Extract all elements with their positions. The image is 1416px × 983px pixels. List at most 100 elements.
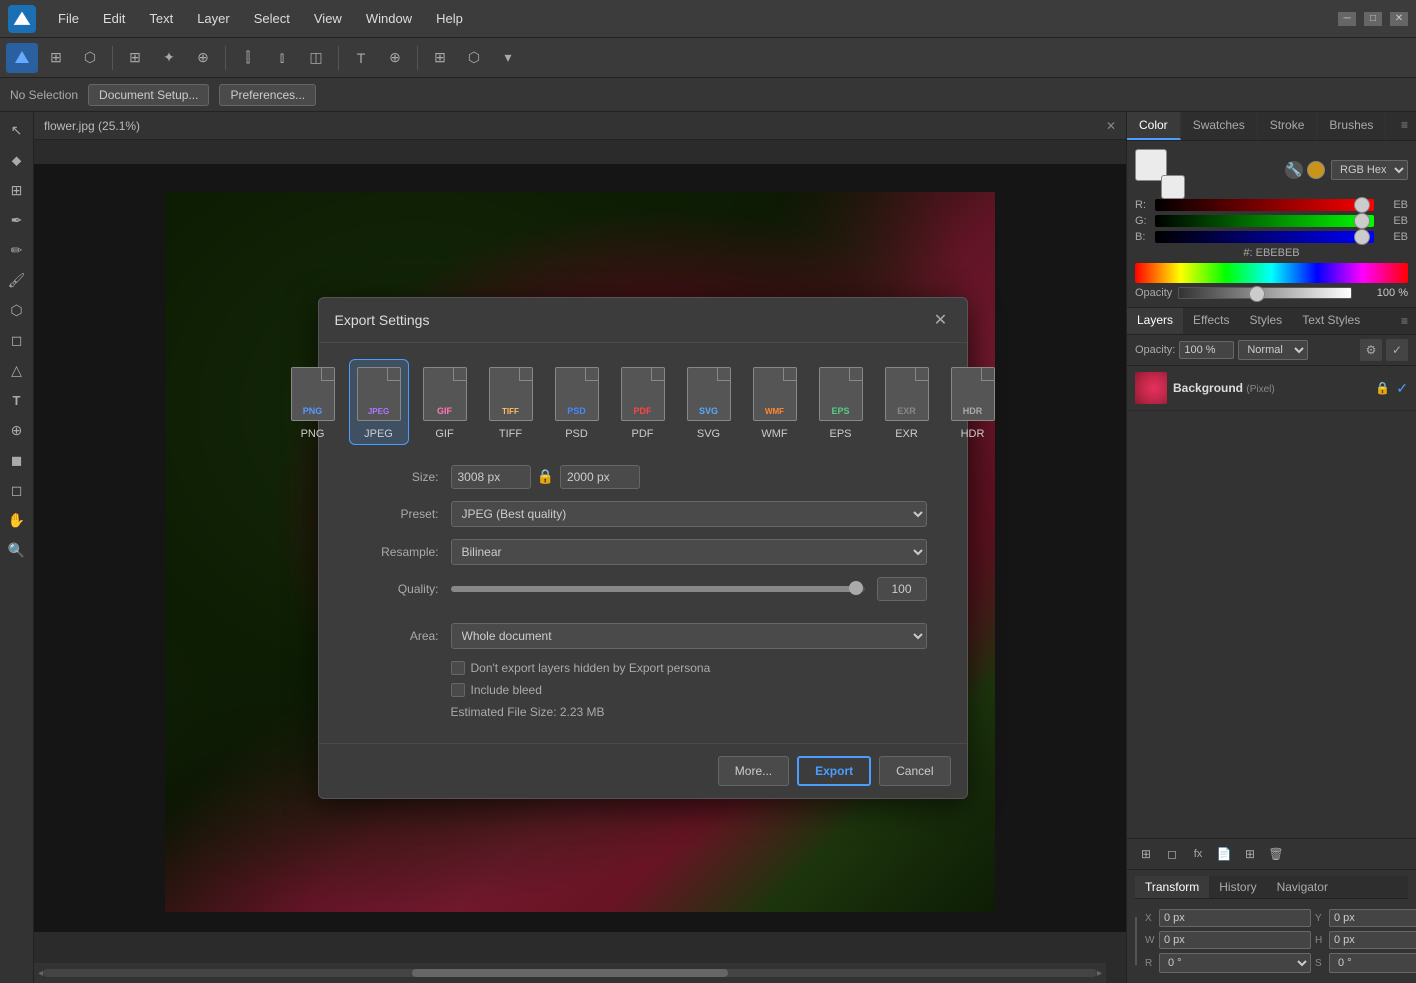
scrollbar-thumb[interactable] [412, 969, 728, 977]
opacity-handle[interactable] [1249, 286, 1265, 302]
horizontal-scrollbar[interactable]: ◂ ▸ [34, 963, 1106, 983]
align-btn[interactable]: ⫿ [232, 43, 264, 73]
pan-tool[interactable]: ✋ [3, 506, 31, 534]
transform-tool[interactable]: ⊕ [3, 416, 31, 444]
tab-text-styles[interactable]: Text Styles [1292, 308, 1370, 334]
color-picker-btn[interactable]: 🔧 [1285, 161, 1303, 179]
format-hdr[interactable]: HDR HDR [943, 359, 1003, 445]
format-tiff[interactable]: TIFF TIFF [481, 359, 541, 445]
menu-select[interactable]: Select [244, 7, 300, 30]
layers-stack-btn[interactable]: ⊞ [1135, 843, 1157, 865]
tab-styles[interactable]: Styles [1240, 308, 1293, 334]
rotate-select[interactable]: 0 ° [1159, 953, 1311, 973]
blue-handle[interactable] [1354, 229, 1370, 245]
layer-visibility-btn[interactable]: ✓ [1386, 339, 1408, 361]
quality-thumb[interactable] [849, 581, 863, 595]
guides-btn[interactable]: ⊕ [187, 43, 219, 73]
fx-btn[interactable]: fx [1187, 843, 1209, 865]
format-eps[interactable]: EPS EPS [811, 359, 871, 445]
view-tool[interactable]: ◻ [3, 476, 31, 504]
tab-color[interactable]: Color [1127, 112, 1181, 140]
format-gif[interactable]: GIF GIF [415, 359, 475, 445]
layers-panel-collapse[interactable]: ≡ [1393, 308, 1416, 334]
menu-edit[interactable]: Edit [93, 7, 135, 30]
lock-icon[interactable]: 🔒 [537, 468, 554, 485]
color-panel-collapse[interactable]: ≡ [1393, 112, 1416, 140]
tab-transform[interactable]: Transform [1135, 876, 1209, 898]
layer-lock-icon[interactable]: 🔒 [1375, 381, 1390, 395]
brush-tool[interactable]: 🖌 [3, 266, 31, 294]
w-input[interactable] [1159, 931, 1311, 949]
green-slider[interactable] [1155, 215, 1374, 227]
adjustment-btn[interactable]: ◻ [1161, 843, 1183, 865]
blue-slider[interactable] [1155, 231, 1374, 243]
format-svg[interactable]: SVG SVG [679, 359, 739, 445]
format-wmf[interactable]: WMF WMF [745, 359, 805, 445]
tab-close-button[interactable]: ✕ [1106, 119, 1116, 133]
width-input[interactable] [451, 465, 531, 489]
format-jpeg[interactable]: JPEG JPEG [349, 359, 409, 445]
format-exr[interactable]: EXR EXR [877, 359, 937, 445]
layer-visible-icon[interactable]: ✓ [1396, 380, 1408, 397]
tab-history[interactable]: History [1209, 876, 1266, 898]
h-input[interactable] [1329, 931, 1416, 949]
format-png[interactable]: PNG PNG [283, 359, 343, 445]
zoom-tool[interactable]: 🔍 [3, 536, 31, 564]
menu-file[interactable]: File [48, 7, 89, 30]
maximize-button[interactable]: □ [1364, 12, 1382, 26]
snapping-btn[interactable]: ✦ [153, 43, 185, 73]
y-input[interactable] [1329, 909, 1416, 927]
color-mode-btn[interactable]: ⬡ [458, 43, 490, 73]
pen-tool[interactable]: ✒ [3, 206, 31, 234]
x-input[interactable] [1159, 909, 1311, 927]
tab-stroke[interactable]: Stroke [1258, 112, 1318, 140]
skew-select[interactable]: 0 ° [1329, 953, 1416, 973]
color-spectrum[interactable] [1135, 263, 1408, 283]
select-tool[interactable]: ↖ [3, 116, 31, 144]
red-slider[interactable] [1155, 199, 1374, 211]
more-button[interactable]: More... [718, 756, 789, 786]
green-handle[interactable] [1354, 213, 1370, 229]
quality-slider[interactable] [451, 586, 865, 592]
area-select[interactable]: Whole document Selection [451, 623, 927, 649]
menu-layer[interactable]: Layer [187, 7, 240, 30]
transform-btn[interactable]: ◫ [300, 43, 332, 73]
dialog-close-button[interactable]: ✕ [931, 310, 951, 330]
delete-layer-btn[interactable]: 🗑 [1265, 843, 1287, 865]
tab-brushes[interactable]: Brushes [1317, 112, 1386, 140]
preset-select[interactable]: JPEG (Best quality) JPEG (Good quality) [451, 501, 927, 527]
menu-view[interactable]: View [304, 7, 352, 30]
export-button[interactable]: Export [797, 756, 871, 786]
quality-input[interactable] [877, 577, 927, 601]
erase-tool[interactable]: ◻ [3, 326, 31, 354]
cancel-button[interactable]: Cancel [879, 756, 950, 786]
format-psd[interactable]: PSD PSD [547, 359, 607, 445]
menu-help[interactable]: Help [426, 7, 473, 30]
color-mode-select[interactable]: RGB Hex RGB HSL CMYK [1331, 160, 1408, 180]
pencil-tool[interactable]: ✏ [3, 236, 31, 264]
tab-layers[interactable]: Layers [1127, 308, 1183, 334]
view-mode-btn[interactable]: ⊞ [424, 43, 456, 73]
layer-item[interactable]: Background (Pixel) 🔒 ✓ [1127, 366, 1416, 411]
menu-window[interactable]: Window [356, 7, 422, 30]
tab-navigator[interactable]: Navigator [1267, 876, 1338, 898]
text-tool[interactable]: T [3, 386, 31, 414]
new-layer-btn[interactable]: 📄 [1213, 843, 1235, 865]
include-bleed-checkbox[interactable] [451, 683, 465, 697]
crop-tool[interactable]: ⊞ [3, 176, 31, 204]
format-pdf[interactable]: PDF PDF [613, 359, 673, 445]
layer-settings-btn[interactable]: ⚙ [1360, 339, 1382, 361]
blend-mode-select[interactable]: Normal Multiply Screen [1238, 340, 1308, 360]
new-group-btn[interactable]: ⊞ [1239, 843, 1261, 865]
persona-export-btn[interactable]: ⬡ [74, 43, 106, 73]
scroll-right[interactable]: ▸ [1097, 968, 1102, 979]
grid-btn[interactable]: ⊞ [119, 43, 151, 73]
node-tool[interactable]: ⬥ [3, 146, 31, 174]
height-input[interactable] [560, 465, 640, 489]
close-button[interactable]: ✕ [1390, 12, 1408, 26]
layer-opacity-input[interactable] [1179, 341, 1234, 359]
tab-swatches[interactable]: Swatches [1181, 112, 1258, 140]
paint-tool[interactable]: ⬡ [3, 296, 31, 324]
persona-pixel-btn[interactable]: ⊞ [40, 43, 72, 73]
more-tools-btn[interactable]: ▾ [492, 43, 524, 73]
